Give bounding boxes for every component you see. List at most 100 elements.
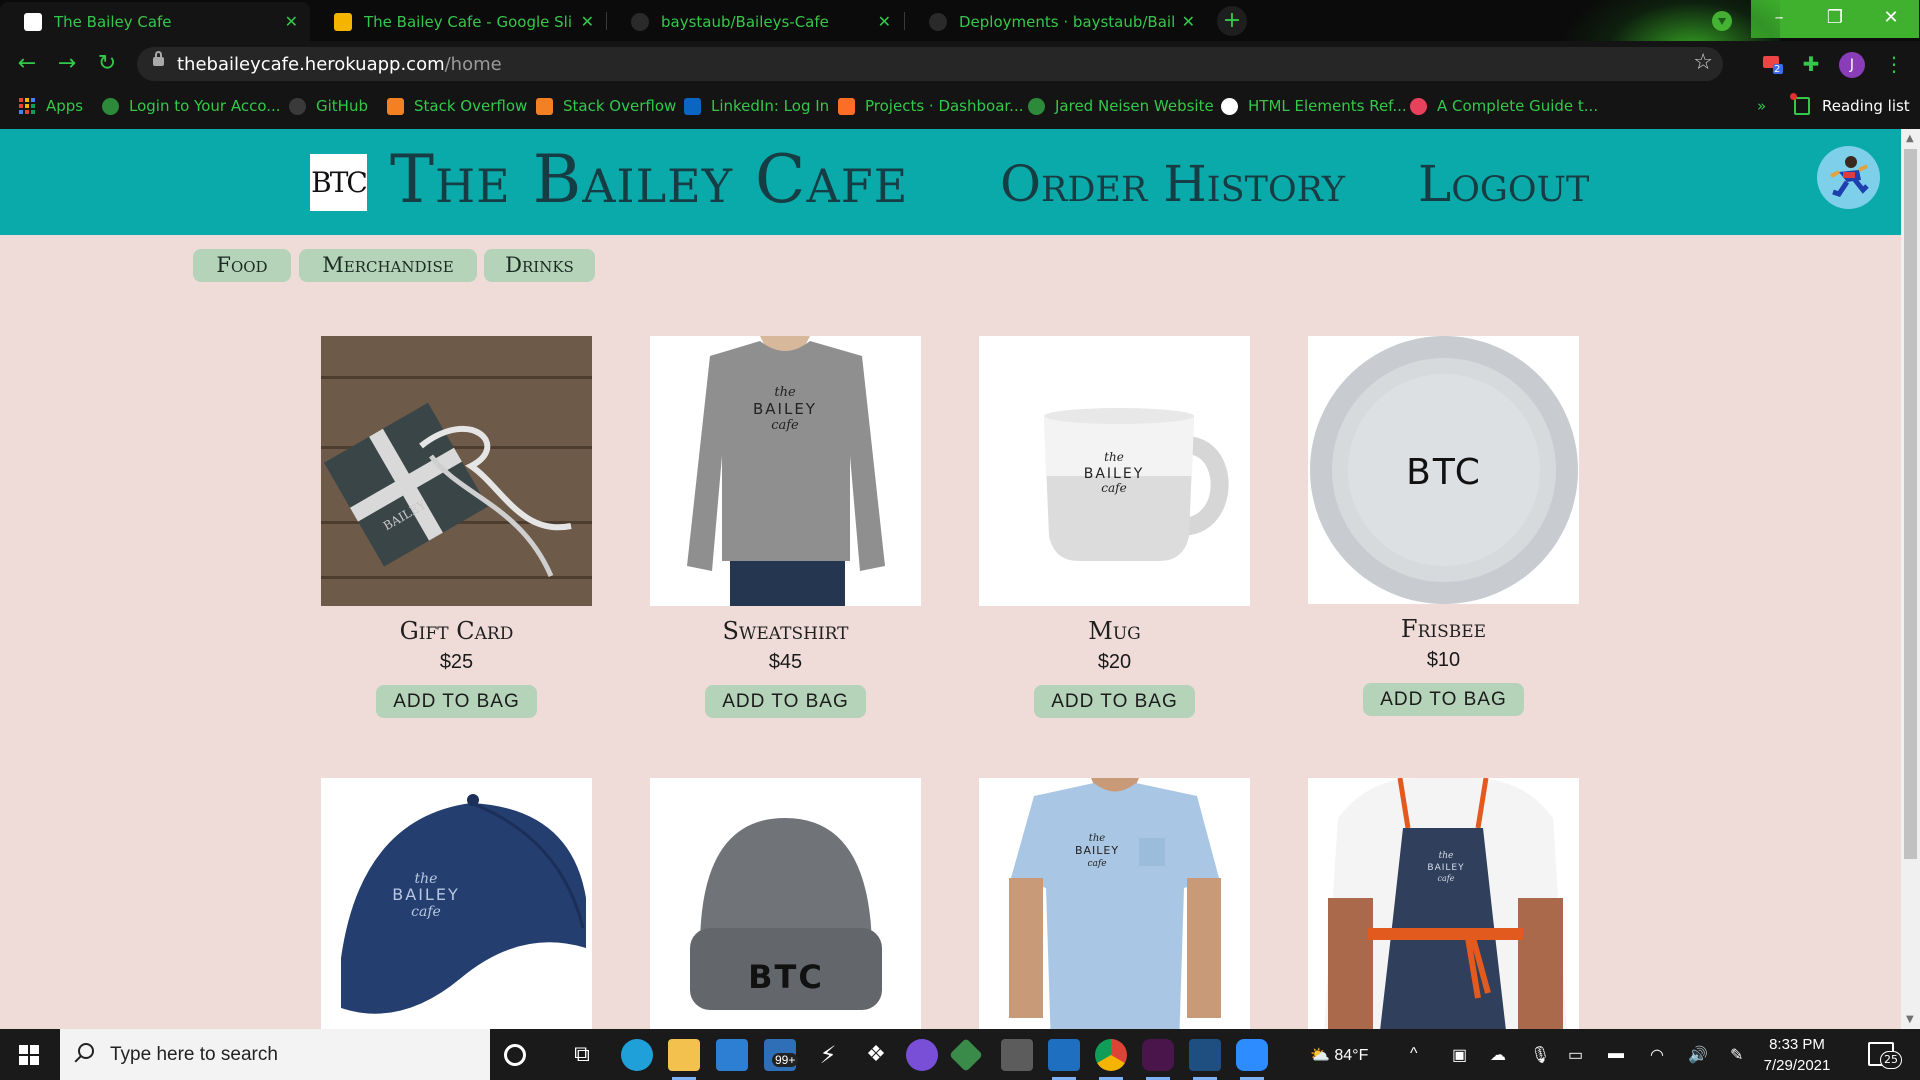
windows-start-icon[interactable] bbox=[19, 1045, 39, 1065]
tab-google-slides[interactable]: The Bailey Cafe - Google Slides ✕ bbox=[310, 2, 606, 41]
cap-image[interactable]: the BAILEY cafe bbox=[321, 778, 592, 1029]
taskbar-search-input[interactable]: Type here to search bbox=[60, 1029, 490, 1080]
user-avatar[interactable] bbox=[1817, 146, 1880, 209]
microphone-icon[interactable]: 🎙 bbox=[1530, 1045, 1550, 1065]
add-to-bag-button[interactable]: ADD TO BAG bbox=[376, 685, 537, 718]
filter-food-button[interactable]: Food bbox=[193, 249, 291, 282]
bookmark-stackoverflow-1[interactable]: Stack Overflow bbox=[387, 97, 527, 115]
task-view-icon[interactable]: ⧉ bbox=[566, 1039, 598, 1071]
vscode-icon[interactable] bbox=[1048, 1039, 1080, 1080]
close-window-button[interactable]: ✕ bbox=[1863, 0, 1919, 38]
bookmark-linkedin[interactable]: LinkedIn: Log In bbox=[684, 97, 829, 115]
brand-logo[interactable]: BTC bbox=[310, 154, 368, 211]
page-scrollbar[interactable]: ▲ ▼ bbox=[1901, 129, 1920, 1029]
screen-icon[interactable]: ▭ bbox=[1568, 1045, 1583, 1065]
profile-extension-icon[interactable] bbox=[1712, 11, 1732, 31]
mail-icon[interactable]: 99+ bbox=[764, 1039, 799, 1071]
more-bookmarks-chevron-icon[interactable]: » bbox=[1757, 97, 1766, 115]
dropbox-icon[interactable]: ❖ bbox=[860, 1039, 892, 1071]
onedrive-icon[interactable]: ☁ bbox=[1490, 1045, 1506, 1065]
vpn-shield-icon[interactable] bbox=[906, 1039, 938, 1071]
bookmark-apps[interactable]: Apps bbox=[19, 97, 83, 115]
close-icon[interactable]: ✕ bbox=[285, 12, 298, 31]
mug-image[interactable]: the BAILEY cafe bbox=[979, 336, 1250, 606]
bookmark-gitlab[interactable]: Projects · Dashboar... bbox=[838, 97, 1024, 115]
back-arrow-icon[interactable]: ← bbox=[12, 49, 42, 79]
file-explorer-icon[interactable] bbox=[668, 1039, 700, 1080]
tab-deployments[interactable]: Deployments · baystaub/Baileys- ✕ bbox=[905, 2, 1207, 41]
add-to-bag-button[interactable]: ADD TO BAG bbox=[1034, 685, 1195, 718]
bookmark-jared-website[interactable]: Jared Neisen Website bbox=[1028, 97, 1214, 115]
bookmark-star-icon[interactable]: ☆ bbox=[1693, 50, 1713, 75]
weather-widget[interactable]: ⛅ 84°F bbox=[1310, 1045, 1368, 1065]
product-price: $45 bbox=[768, 651, 803, 673]
tab-the-bailey-cafe[interactable]: The Bailey Cafe ✕ bbox=[0, 2, 310, 41]
scroll-down-arrow-icon[interactable]: ▼ bbox=[1906, 1014, 1914, 1025]
beanie-image[interactable]: BTC bbox=[650, 778, 921, 1029]
profile-avatar[interactable]: J bbox=[1839, 52, 1865, 78]
new-tab-button[interactable]: + bbox=[1217, 6, 1247, 36]
scroll-up-arrow-icon[interactable]: ▲ bbox=[1906, 133, 1914, 144]
calculator-icon[interactable] bbox=[1001, 1039, 1033, 1071]
pen-icon[interactable]: ✎ bbox=[1730, 1045, 1743, 1065]
slack-icon[interactable] bbox=[1142, 1039, 1174, 1080]
wifi-icon[interactable]: ◠ bbox=[1650, 1045, 1664, 1065]
tab-github-repo[interactable]: baystaub/Baileys-Cafe ✕ bbox=[607, 2, 903, 41]
cortana-icon[interactable] bbox=[504, 1044, 526, 1066]
page-viewport: BTC The Bailey Cafe Order History Logout… bbox=[0, 129, 1901, 1029]
apron-image[interactable]: the BAILEY cafe bbox=[1308, 778, 1579, 1029]
mysql-workbench-icon[interactable] bbox=[1189, 1039, 1221, 1080]
bookmark-css-tricks[interactable]: A Complete Guide t... bbox=[1410, 97, 1598, 115]
gift-card-image[interactable]: BAILEY bbox=[321, 336, 592, 606]
github-favicon-icon bbox=[929, 12, 947, 31]
store-icon[interactable] bbox=[716, 1039, 748, 1071]
nav-order-history[interactable]: Order History bbox=[1000, 155, 1345, 213]
bookmark-label: Jared Neisen Website bbox=[1055, 97, 1214, 115]
bookmark-login[interactable]: Login to Your Acco... bbox=[102, 97, 281, 115]
frisbee-image[interactable]: BTC bbox=[1308, 336, 1579, 604]
close-icon[interactable]: ✕ bbox=[878, 12, 891, 31]
address-bar[interactable]: thebaileycafe.herokuapp.com/home ☆ bbox=[137, 47, 1723, 81]
edge-icon[interactable] bbox=[621, 1039, 653, 1071]
scrollbar-thumb[interactable] bbox=[1904, 149, 1917, 859]
filter-merchandise-button[interactable]: Merchandise bbox=[299, 249, 477, 282]
restore-button[interactable]: ❐ bbox=[1807, 0, 1863, 38]
tshirt-image[interactable]: the BAILEY cafe bbox=[979, 778, 1250, 1029]
filter-drinks-button[interactable]: Drinks bbox=[484, 249, 595, 282]
bookmark-github[interactable]: GitHub bbox=[289, 97, 368, 115]
stackoverflow-icon bbox=[387, 97, 404, 115]
close-icon[interactable]: ✕ bbox=[1182, 12, 1195, 31]
notification-center-icon[interactable]: 25 bbox=[1868, 1042, 1902, 1069]
bookmark-mdn[interactable]: HTML Elements Ref... bbox=[1221, 97, 1407, 115]
add-to-bag-button[interactable]: ADD TO BAG bbox=[705, 685, 866, 718]
product-name: Frisbee bbox=[1400, 615, 1487, 643]
product-name: Mug bbox=[1088, 617, 1141, 645]
taskbar-clock[interactable]: 8:33 PM 7/29/2021 bbox=[1752, 1034, 1842, 1076]
bookmark-stackoverflow-2[interactable]: Stack Overflow bbox=[536, 97, 676, 115]
nav-logout[interactable]: Logout bbox=[1418, 155, 1589, 213]
reading-list-button[interactable]: Reading list bbox=[1790, 93, 1910, 115]
bookmark-label: Stack Overflow bbox=[563, 97, 677, 115]
print-cafe: cafe bbox=[1438, 874, 1455, 883]
brand-name[interactable]: The Bailey Cafe bbox=[390, 141, 908, 218]
chrome-icon[interactable] bbox=[1095, 1039, 1127, 1080]
meet-now-icon[interactable]: ▣ bbox=[1452, 1045, 1467, 1065]
extension-icon[interactable]: 2 bbox=[1759, 50, 1787, 78]
minimize-button[interactable]: – bbox=[1751, 0, 1807, 38]
tray-chevron-icon[interactable]: ^ bbox=[1410, 1045, 1418, 1063]
puzzle-extensions-icon[interactable]: ✚ bbox=[1797, 50, 1825, 78]
add-to-bag-button[interactable]: ADD TO BAG bbox=[1363, 683, 1524, 716]
close-icon[interactable]: ✕ bbox=[581, 12, 594, 31]
sourcetree-icon[interactable] bbox=[949, 1038, 983, 1072]
battery-icon[interactable]: ▬ bbox=[1608, 1045, 1624, 1063]
forward-arrow-icon[interactable]: → bbox=[52, 49, 82, 79]
lock-icon[interactable] bbox=[153, 51, 164, 66]
lightning-app-icon[interactable]: ⚡ bbox=[812, 1039, 844, 1071]
sweatshirt-image[interactable]: the BAILEY cafe bbox=[650, 336, 921, 606]
browser-menu-icon[interactable]: ⋮ bbox=[1880, 50, 1908, 78]
reload-icon[interactable]: ↻ bbox=[92, 49, 122, 79]
bookmark-label: Projects · Dashboar... bbox=[865, 97, 1024, 115]
volume-icon[interactable]: 🔊 bbox=[1688, 1045, 1708, 1065]
zoom-icon[interactable] bbox=[1236, 1039, 1268, 1080]
url-text[interactable]: thebaileycafe.herokuapp.com/home bbox=[177, 54, 502, 75]
